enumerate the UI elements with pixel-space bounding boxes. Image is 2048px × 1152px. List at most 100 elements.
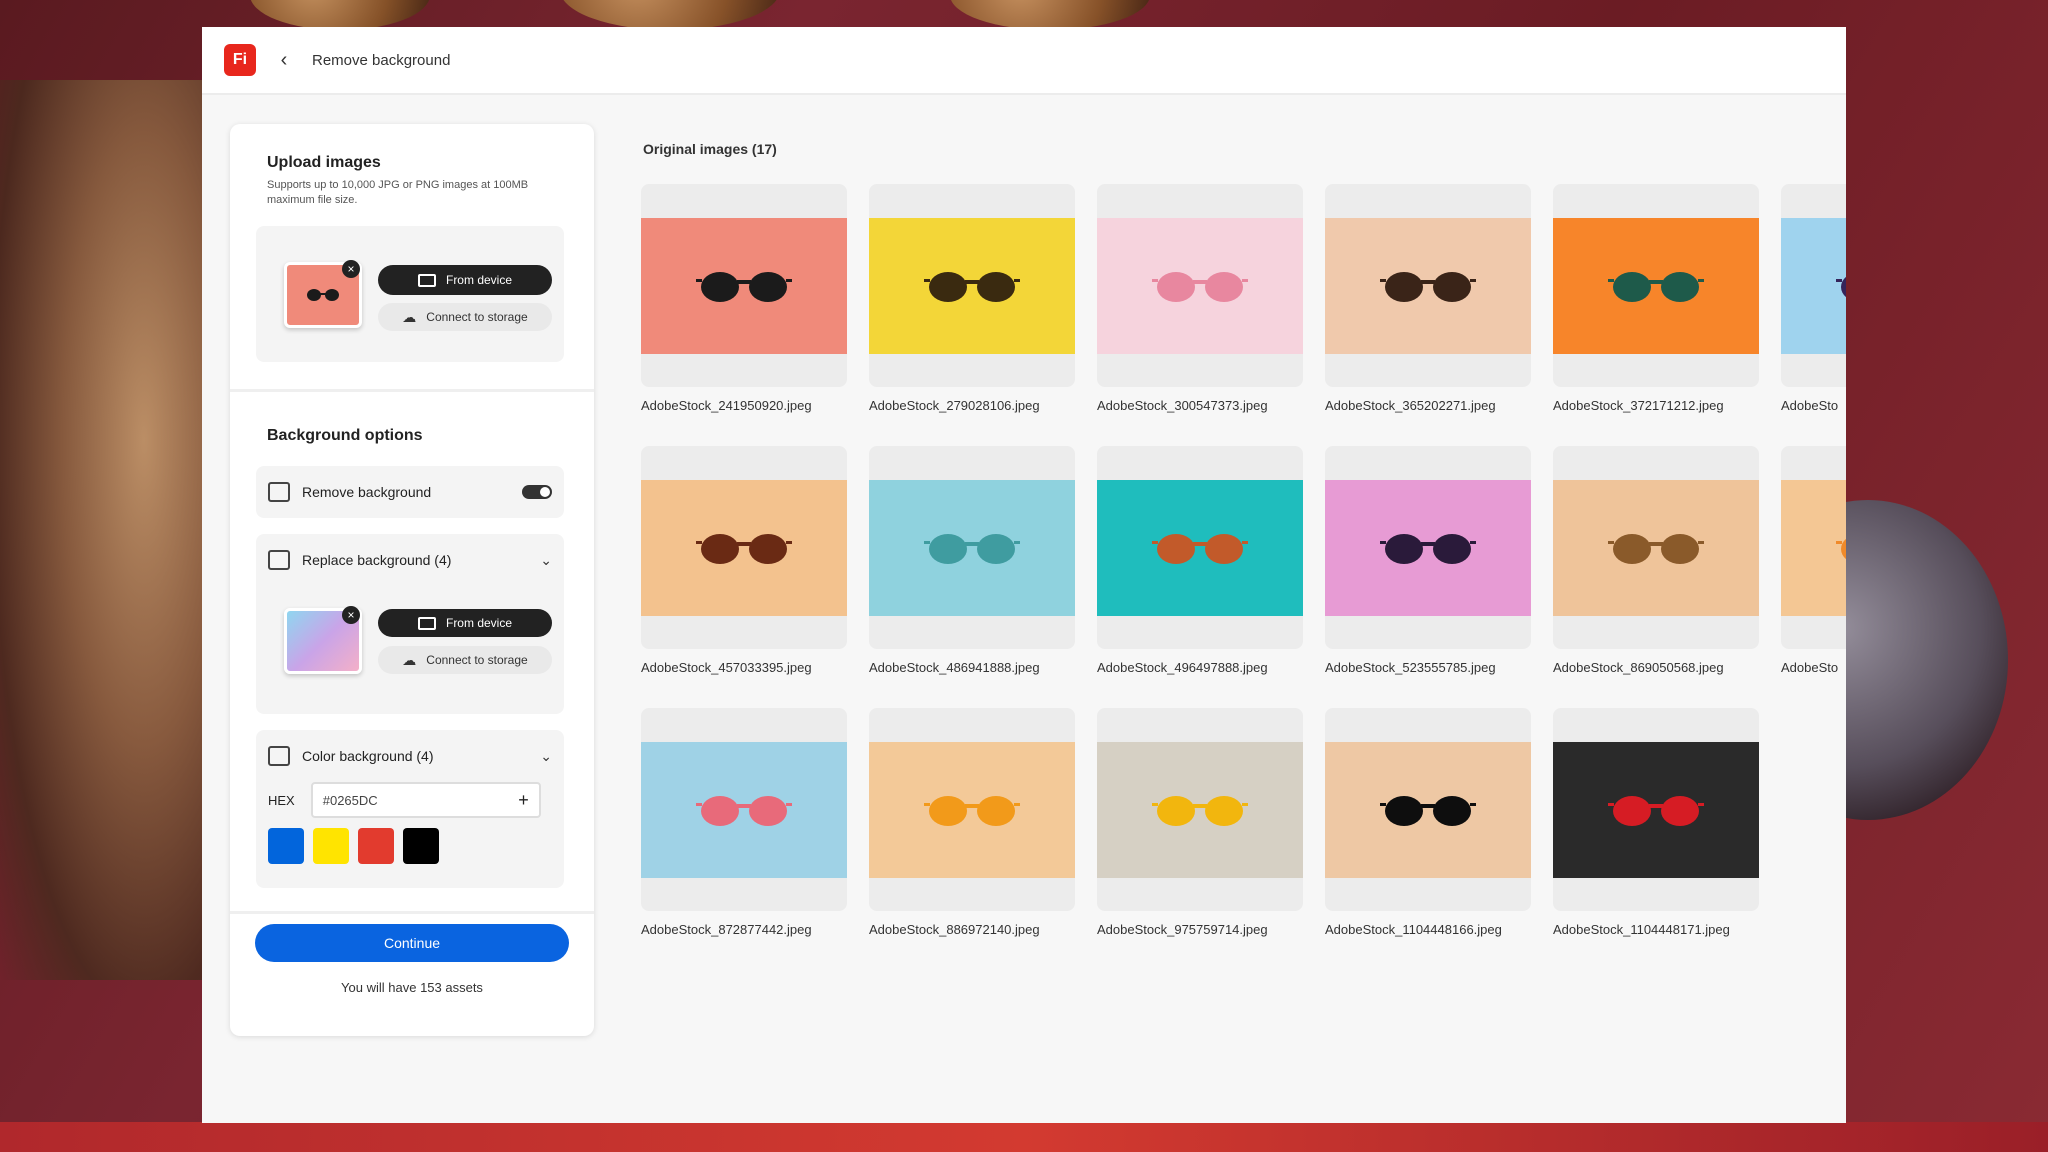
- color-swatch[interactable]: [268, 828, 304, 864]
- cloud-upload-icon: ☁: [402, 308, 417, 325]
- back-arrow-icon[interactable]: ‹: [274, 49, 294, 72]
- top-bar: Fi ‹ Remove background: [202, 27, 1846, 95]
- image-tile[interactable]: [641, 184, 847, 387]
- options-panel: Upload images Supports up to 10,000 JPG …: [230, 124, 594, 1036]
- image-tile[interactable]: [1553, 446, 1759, 649]
- color-swatches: [256, 828, 564, 864]
- sunglasses-photo: [869, 742, 1075, 878]
- paint-bucket-icon: [268, 746, 290, 766]
- replace-background-label: Replace background (4): [302, 552, 452, 568]
- sunglasses-icon: [1836, 538, 1846, 560]
- background-photo-orb: [950, 0, 1150, 30]
- image-tile[interactable]: [1781, 446, 1846, 649]
- sunglasses-icon: [924, 272, 1020, 302]
- sunglasses-photo: [1325, 742, 1531, 878]
- sunglasses-photo: [641, 742, 847, 878]
- background-photo-orb: [560, 0, 780, 30]
- remove-background-option[interactable]: Remove background: [256, 466, 564, 518]
- background-photo-strip: [0, 1122, 2048, 1152]
- sunglasses-photo: [1097, 218, 1303, 354]
- replace-from-device-label: From device: [445, 616, 513, 630]
- section-divider: [230, 911, 594, 914]
- image-filename: AdobeStock_241950920.jpeg: [641, 398, 812, 413]
- color-swatch[interactable]: [358, 828, 394, 864]
- image-filename: AdobeStock_457033395.jpeg: [641, 660, 812, 675]
- upload-subtitle: Supports up to 10,000 JPG or PNG images …: [267, 179, 529, 206]
- remove-upload-icon[interactable]: ×: [342, 260, 360, 278]
- color-background-header[interactable]: Color background (4) ⌄: [256, 730, 564, 782]
- sunglasses-icon: [924, 796, 1020, 826]
- chevron-down-icon[interactable]: ⌄: [540, 748, 552, 765]
- sunglasses-icon: [1380, 272, 1476, 302]
- remove-replace-icon[interactable]: ×: [342, 606, 360, 624]
- sunglasses-photo: [641, 480, 847, 616]
- replace-connect-storage-label: Connect to storage: [426, 653, 528, 667]
- replace-from-device-button[interactable]: From device: [378, 609, 552, 637]
- connect-storage-button[interactable]: ☁ Connect to storage: [378, 303, 552, 331]
- add-color-icon[interactable]: +: [518, 790, 529, 811]
- image-filename: AdobeStock_975759714.jpeg: [1097, 922, 1268, 937]
- image-tile[interactable]: [641, 446, 847, 649]
- sunglasses-icon: [1608, 272, 1704, 302]
- remove-background-toggle[interactable]: [522, 485, 552, 499]
- sunglasses-icon: [696, 796, 792, 826]
- sunglasses-icon: [696, 272, 792, 302]
- image-tile[interactable]: [641, 708, 847, 911]
- sunglasses-photo: [869, 480, 1075, 616]
- upload-title: Upload images: [267, 154, 381, 171]
- sunglasses-icon: [1380, 534, 1476, 564]
- color-background-option: Color background (4) ⌄ HEX #0265DC +: [256, 730, 564, 888]
- image-tile[interactable]: [869, 708, 1075, 911]
- laptop-icon: [417, 616, 436, 630]
- continue-button[interactable]: Continue: [255, 924, 569, 962]
- sunglasses-photo: [1781, 218, 1846, 354]
- image-filename: AdobeSto: [1781, 398, 1839, 413]
- shapes-icon: [268, 550, 290, 570]
- image-tile[interactable]: [1097, 708, 1303, 911]
- image-tile[interactable]: [1325, 184, 1531, 387]
- remove-background-label: Remove background: [302, 484, 432, 500]
- chevron-down-icon[interactable]: ⌄: [540, 552, 552, 569]
- color-background-label: Color background (4): [302, 748, 434, 764]
- connect-storage-label: Connect to storage: [426, 310, 528, 324]
- hex-input[interactable]: #0265DC +: [310, 782, 541, 818]
- image-tile[interactable]: [1781, 184, 1846, 387]
- image-tile[interactable]: [1553, 708, 1759, 911]
- image-filename: AdobeStock_1104448171.jpeg: [1553, 922, 1730, 937]
- background-options-title: Background options: [267, 427, 423, 444]
- app-logo[interactable]: Fi: [224, 44, 256, 76]
- image-tile[interactable]: [869, 184, 1075, 387]
- sunglasses-photo: [1097, 480, 1303, 616]
- image-tile[interactable]: [1325, 708, 1531, 911]
- upload-card: × From device ☁ Connect to storage: [256, 226, 564, 362]
- image-tile[interactable]: [1325, 446, 1531, 649]
- image-filename: AdobeStock_869050568.jpeg: [1553, 660, 1724, 675]
- background-photo-orb: [250, 0, 430, 30]
- from-device-label: From device: [445, 273, 513, 287]
- sunglasses-photo: [641, 218, 847, 354]
- image-tile[interactable]: [1097, 184, 1303, 387]
- sunglasses-icon: [696, 534, 792, 564]
- image-tile[interactable]: [869, 446, 1075, 649]
- section-divider: [230, 389, 594, 392]
- sunglasses-icon: [1836, 276, 1846, 298]
- sunglasses-photo: [1553, 480, 1759, 616]
- from-device-button[interactable]: From device: [378, 265, 552, 295]
- image-filename: AdobeStock_1104448166.jpeg: [1325, 922, 1502, 937]
- laptop-icon: [417, 273, 436, 287]
- replace-connect-storage-button[interactable]: ☁ Connect to storage: [378, 646, 552, 674]
- color-swatch[interactable]: [403, 828, 439, 864]
- image-filename: AdobeStock_886972140.jpeg: [869, 922, 1040, 937]
- app-window: Fi ‹ Remove background Upload images Sup…: [202, 27, 1846, 1123]
- image-filename: AdobeStock_523555785.jpeg: [1325, 660, 1496, 675]
- sunglasses-icon: [1608, 534, 1704, 564]
- image-tile[interactable]: [1553, 184, 1759, 387]
- sunglasses-icon: [1152, 796, 1248, 826]
- replace-background-header[interactable]: Replace background (4) ⌄: [256, 534, 564, 586]
- sunglasses-photo: [1781, 480, 1846, 616]
- color-swatch[interactable]: [313, 828, 349, 864]
- image-tile[interactable]: [1097, 446, 1303, 649]
- breadcrumb: Remove background: [312, 51, 451, 69]
- image-filename: AdobeStock_486941888.jpeg: [869, 660, 1040, 675]
- hex-value: #0265DC: [322, 792, 378, 808]
